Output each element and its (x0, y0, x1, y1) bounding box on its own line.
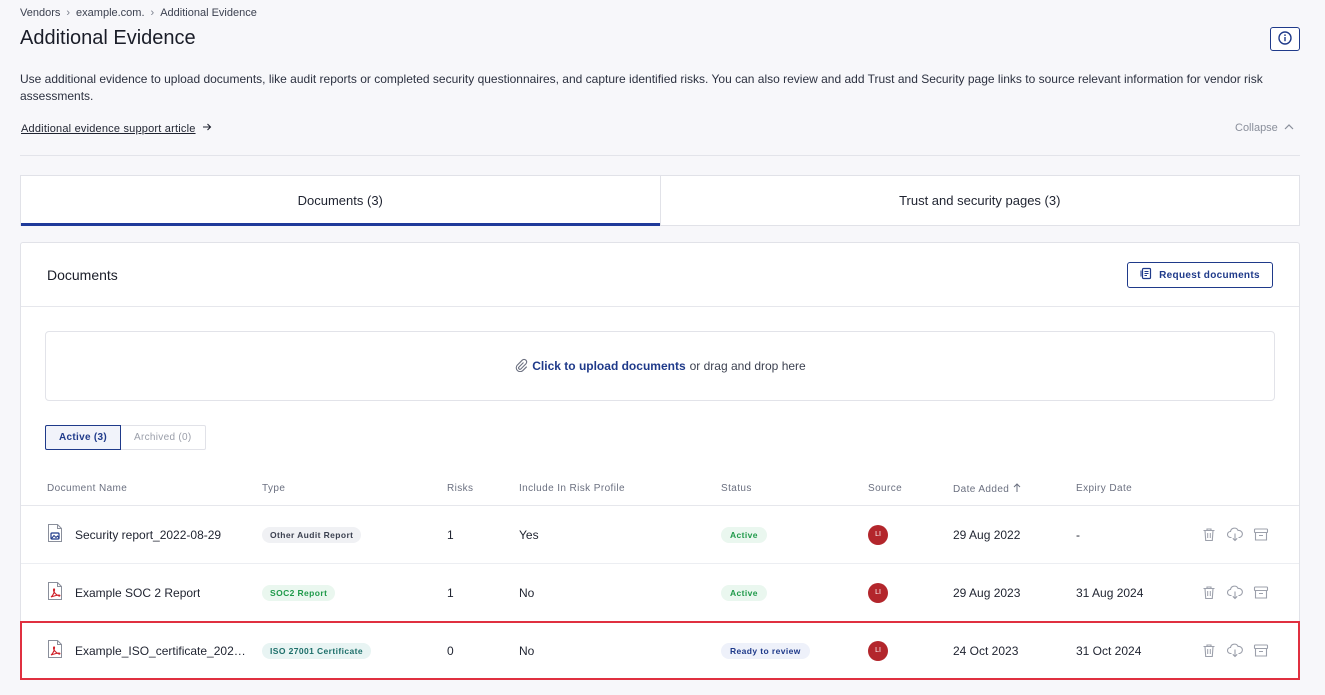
status-cell: Active (721, 564, 767, 621)
image-file-icon (47, 523, 63, 546)
source-cell: LI (868, 506, 888, 563)
arrow-right-icon (202, 122, 212, 135)
document-request-icon (1140, 267, 1153, 283)
type-badge: SOC2 Report (262, 584, 336, 601)
request-documents-label: Request documents (1159, 269, 1260, 281)
chevron-right-icon: › (66, 7, 71, 19)
status-badge: Active (721, 584, 767, 601)
trash-icon[interactable] (1201, 527, 1217, 543)
column-header-date-added[interactable]: Date Added (953, 483, 1021, 496)
expiry-date: - (1076, 527, 1080, 542)
breadcrumb: Vendors › example.com. › Additional Evid… (20, 7, 257, 19)
documents-panel: Documents Request documents Click to upl… (20, 242, 1300, 680)
column-header-include-in-risk-profile[interactable]: Include In Risk Profile (519, 483, 625, 494)
include-in-risk-profile: No (519, 643, 535, 658)
chevron-right-icon: › (150, 7, 155, 19)
request-documents-button[interactable]: Request documents (1127, 262, 1273, 288)
page-description: Use additional evidence to upload docume… (20, 72, 1263, 103)
table-row[interactable]: Security report_2022-08-29 Other Audit Re… (21, 506, 1299, 563)
avatar: LI (868, 582, 888, 603)
support-link-label: Additional evidence support article (21, 122, 196, 135)
document-name[interactable]: Example_ISO_certificate_2021.pdf (75, 644, 250, 658)
expiry-date: 31 Aug 2024 (1076, 585, 1144, 600)
tab-trust-security-pages[interactable]: Trust and security pages (3) (659, 176, 1300, 225)
cloud-download-icon[interactable] (1227, 643, 1243, 659)
document-name[interactable]: Security report_2022-08-29 (75, 528, 221, 542)
archive-icon[interactable] (1253, 643, 1269, 659)
table-row[interactable]: Example_ISO_certificate_2021.pdf ISO 2700… (20, 621, 1300, 680)
archive-icon[interactable] (1253, 527, 1269, 543)
avatar: LI (868, 640, 888, 661)
breadcrumb-vendors[interactable]: Vendors (20, 7, 60, 19)
type-badge: ISO 27001 Certificate (262, 642, 371, 659)
avatar: LI (868, 524, 888, 545)
column-header-date-added-label: Date Added (953, 484, 1010, 495)
filter-active[interactable]: Active (3) (45, 425, 122, 450)
document-name[interactable]: Example SOC 2 Report (75, 586, 200, 600)
include-in-risk-profile: No (519, 585, 535, 600)
risks-count: 1 (447, 527, 454, 542)
divider (20, 155, 1300, 156)
paperclip-icon (514, 358, 528, 375)
type-cell: Other Audit Report (262, 506, 362, 563)
trash-icon[interactable] (1201, 643, 1217, 659)
cloud-download-icon[interactable] (1227, 527, 1243, 543)
info-icon (1278, 30, 1292, 48)
support-article-link[interactable]: Additional evidence support article (21, 122, 212, 135)
cloud-download-icon[interactable] (1227, 585, 1243, 601)
upload-dropzone[interactable]: Click to upload documents or drag and dr… (45, 331, 1275, 401)
date-added: 29 Aug 2023 (953, 585, 1021, 600)
source-cell: LI (868, 622, 888, 679)
panel-title: Documents (47, 267, 118, 283)
breadcrumb-current: Additional Evidence (160, 7, 257, 19)
pdf-file-icon (47, 639, 63, 662)
tab-documents[interactable]: Documents (3) (21, 176, 660, 226)
upload-hint: or drag and drop here (689, 359, 806, 373)
include-in-risk-profile: Yes (519, 527, 539, 542)
document-name-cell: Example_ISO_certificate_2021.pdf (47, 622, 250, 679)
type-badge: Other Audit Report (262, 526, 362, 543)
date-added: 24 Oct 2023 (953, 643, 1019, 658)
column-header-source[interactable]: Source (868, 483, 902, 494)
collapse-toggle[interactable]: Collapse (1235, 122, 1294, 134)
status-cell: Ready to review (721, 622, 810, 679)
trash-icon[interactable] (1201, 585, 1217, 601)
evidence-tabs: Documents (3) Trust and security pages (… (20, 175, 1300, 226)
column-header-type[interactable]: Type (262, 483, 285, 494)
column-header-risks[interactable]: Risks (447, 483, 473, 494)
document-name-cell: Example SOC 2 Report (47, 564, 200, 621)
collapse-label: Collapse (1235, 122, 1278, 134)
source-cell: LI (868, 564, 888, 621)
upload-link[interactable]: Click to upload documents (532, 359, 685, 373)
page-title: Additional Evidence (20, 27, 196, 49)
risks-count: 0 (447, 643, 454, 658)
column-header-status[interactable]: Status (721, 483, 752, 494)
expiry-date: 31 Oct 2024 (1076, 643, 1142, 658)
type-cell: ISO 27001 Certificate (262, 622, 371, 679)
status-filter: Active (3) Archived (0) (45, 425, 206, 450)
status-badge: Ready to review (721, 642, 810, 659)
chevron-up-icon (1284, 122, 1294, 134)
archive-icon[interactable] (1253, 585, 1269, 601)
pdf-file-icon (47, 581, 63, 604)
panel-header: Documents Request documents (21, 243, 1299, 307)
column-header-expiry-date[interactable]: Expiry Date (1076, 483, 1132, 494)
status-cell: Active (721, 506, 767, 563)
sort-arrow-up-icon (1013, 483, 1021, 496)
filter-archived[interactable]: Archived (0) (121, 425, 206, 450)
column-header-document-name[interactable]: Document Name (47, 483, 127, 494)
row-actions (1201, 506, 1269, 563)
table-row[interactable]: Example SOC 2 Report SOC2 Report 1 No Active… (21, 564, 1299, 621)
breadcrumb-vendor[interactable]: example.com. (76, 7, 144, 19)
row-actions (1201, 622, 1269, 679)
date-added: 29 Aug 2022 (953, 527, 1021, 542)
info-button[interactable] (1270, 27, 1300, 51)
row-actions (1201, 564, 1269, 621)
status-badge: Active (721, 526, 767, 543)
document-name-cell: Security report_2022-08-29 (47, 506, 221, 563)
risks-count: 1 (447, 585, 454, 600)
type-cell: SOC2 Report (262, 564, 336, 621)
